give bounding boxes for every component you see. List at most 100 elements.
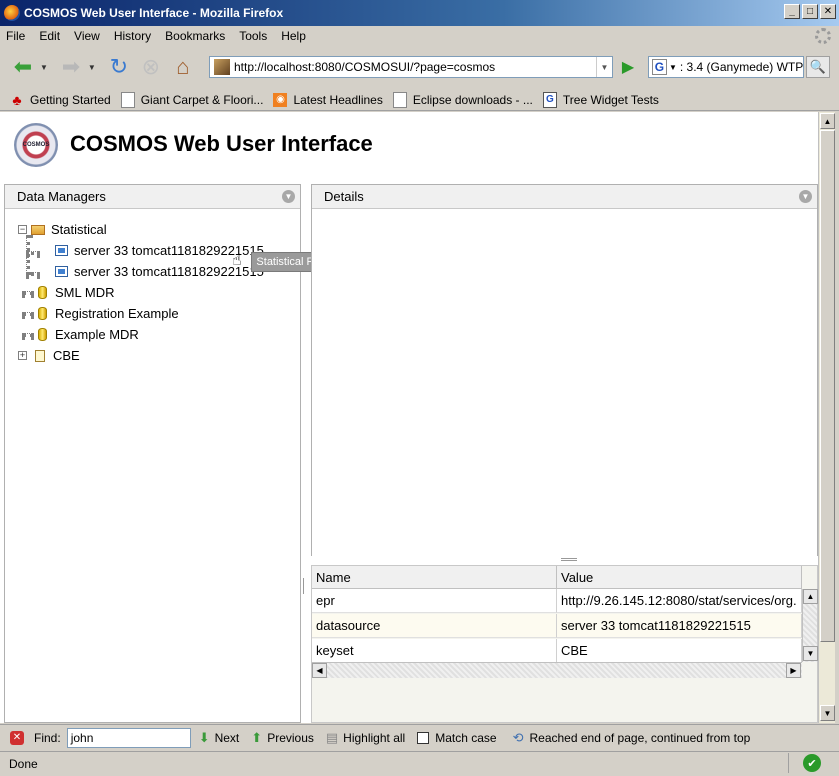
search-bar[interactable]: G ▼ : 3.4 (Ganymede) WTP 3: [648, 56, 804, 78]
search-engine-dropdown-icon[interactable]: ▼: [669, 63, 677, 72]
horizontal-splitter[interactable]: [561, 558, 577, 561]
tree-line: [26, 272, 40, 276]
page-icon: [120, 91, 135, 108]
find-previous-button[interactable]: ⬆ Previous: [251, 730, 314, 746]
table-cell-value[interactable]: CBE: [557, 639, 802, 663]
menu-bar: File Edit View History Bookmarks Tools H…: [0, 26, 839, 46]
bookmark-tree-widget-tests[interactable]: G Tree Widget Tests: [542, 91, 659, 108]
statistical-folder-icon: [31, 224, 45, 235]
checkbox-icon[interactable]: [417, 731, 430, 744]
page-icon: [392, 91, 407, 108]
menu-bookmarks[interactable]: Bookmarks: [165, 29, 225, 43]
table-cell-name[interactable]: keyset: [312, 639, 557, 663]
menu-tools[interactable]: Tools: [239, 29, 267, 43]
table-cell-value[interactable]: http://9.26.145.12:8080/stat/services/or…: [557, 589, 802, 613]
bookmark-getting-started[interactable]: ♣ Getting Started: [10, 91, 110, 108]
url-dropdown-icon[interactable]: ▼: [596, 57, 612, 77]
panel-menu-icon[interactable]: ▼: [799, 190, 812, 203]
tree-item-registration-example[interactable]: Registration Example: [22, 306, 179, 321]
table-vertical-scrollbar[interactable]: ▲ ▼: [802, 589, 818, 662]
find-label: Find:: [34, 730, 61, 745]
properties-table: Name Value epr http://9.26.145.12:8080/s…: [311, 565, 818, 723]
tree-item-statistical[interactable]: − Statistical: [18, 222, 107, 237]
site-favicon-icon: [214, 59, 230, 75]
vertical-splitter[interactable]: [303, 578, 307, 594]
menu-history[interactable]: History: [114, 29, 151, 43]
column-header-name[interactable]: Name: [312, 566, 557, 589]
database-icon: [38, 286, 47, 299]
menu-help[interactable]: Help: [281, 29, 306, 43]
highlight-icon: ▤: [325, 729, 339, 745]
match-case-checkbox[interactable]: Match case: [417, 730, 497, 745]
expand-icon[interactable]: +: [18, 351, 27, 360]
scroll-left-icon[interactable]: ◀: [312, 663, 327, 678]
highlight-all-button[interactable]: ▤ Highlight all: [326, 730, 405, 746]
menu-view[interactable]: View: [74, 29, 100, 43]
menu-edit[interactable]: Edit: [39, 29, 60, 43]
tree-item-label: Statistical: [51, 222, 107, 237]
close-find-icon[interactable]: ✕: [10, 730, 24, 745]
panel-menu-icon[interactable]: ▼: [282, 190, 295, 203]
tree-line: [22, 290, 34, 295]
url-text[interactable]: http://localhost:8080/COSMOSUI/?page=cos…: [234, 60, 596, 74]
tree-item-label: Example MDR: [55, 327, 139, 342]
google-engine-icon[interactable]: G: [652, 59, 667, 75]
scroll-thumb[interactable]: [820, 130, 835, 642]
redhat-icon: ♣: [12, 91, 22, 108]
table-cell-value[interactable]: server 33 tomcat1181829221515: [557, 614, 802, 638]
status-bar: Done: [0, 751, 839, 776]
bookmark-eclipse-downloads[interactable]: Eclipse downloads - ...: [392, 91, 533, 108]
find-next-button[interactable]: ⬇ Next: [199, 730, 240, 746]
page-scrollbar[interactable]: ▲ ▼: [818, 112, 835, 723]
close-window-button[interactable]: ✕: [820, 4, 836, 19]
column-header-value[interactable]: Value: [557, 566, 802, 589]
search-icon[interactable]: 🔍: [806, 56, 830, 78]
find-status: ⟲ Reached end of page, continued from to…: [513, 730, 751, 746]
url-bar[interactable]: http://localhost:8080/COSMOSUI/?page=cos…: [209, 56, 613, 78]
window-titlebar: COSMOS Web User Interface - Mozilla Fire…: [0, 0, 839, 26]
tree-item-sml-mdr[interactable]: SML MDR: [22, 285, 114, 300]
table-cell-name[interactable]: datasource: [312, 614, 557, 638]
bookmark-latest-headlines[interactable]: ◉ Latest Headlines: [273, 92, 383, 107]
database-icon: [38, 328, 47, 341]
panel-title: Data Managers: [17, 189, 106, 204]
status-text: Done: [9, 757, 38, 771]
go-icon[interactable]: ▶: [616, 56, 640, 78]
highlight-all-label: Highlight all: [343, 730, 406, 745]
back-icon[interactable]: ⬅: [8, 52, 38, 82]
status-ok-icon: ✔: [803, 754, 821, 772]
document-icon: [35, 349, 45, 362]
bookmarks-toolbar: ♣ Getting Started Giant Carpet & Floori.…: [0, 89, 839, 111]
arrow-up-icon: ⬆: [251, 729, 263, 745]
tree-item-cbe[interactable]: + CBE: [18, 348, 80, 363]
maximize-button[interactable]: □: [802, 4, 818, 19]
forward-icon[interactable]: ➡: [56, 52, 86, 82]
table-horizontal-scrollbar[interactable]: ◀ ▶: [312, 662, 802, 678]
collapse-icon[interactable]: −: [18, 225, 27, 234]
scroll-up-icon[interactable]: ▲: [803, 589, 818, 604]
bookmark-giant-carpet[interactable]: Giant Carpet & Floori...: [120, 91, 263, 108]
hand-cursor-icon: ☝: [232, 252, 242, 269]
wrapped-search-icon: ⟲: [512, 729, 524, 745]
tree-item-example-mdr[interactable]: Example MDR: [22, 327, 139, 342]
back-history-dropdown-icon[interactable]: ▼: [40, 63, 48, 72]
data-managers-header: Data Managers ▼: [5, 185, 300, 209]
stop-icon[interactable]: ⊗: [136, 52, 166, 82]
table-cell-name[interactable]: epr: [312, 589, 557, 613]
minimize-button[interactable]: _: [784, 4, 800, 19]
scroll-down-icon[interactable]: ▼: [803, 646, 818, 661]
menu-file[interactable]: File: [6, 29, 25, 43]
reload-icon[interactable]: ↻: [104, 52, 134, 82]
forward-history-dropdown-icon[interactable]: ▼: [88, 63, 96, 72]
find-input[interactable]: john: [66, 727, 191, 748]
bookmark-label: Latest Headlines: [293, 92, 383, 107]
scroll-up-icon[interactable]: ▲: [820, 113, 835, 129]
rss-icon: ◉: [273, 92, 288, 107]
scroll-down-icon[interactable]: ▼: [820, 705, 835, 721]
throbber-icon: [815, 28, 831, 44]
home-icon[interactable]: ⌂: [168, 52, 198, 82]
search-input[interactable]: : 3.4 (Ganymede) WTP 3: [680, 60, 803, 74]
scroll-right-icon[interactable]: ▶: [786, 663, 801, 678]
match-case-label: Match case: [435, 730, 497, 745]
firefox-icon: [4, 5, 20, 21]
